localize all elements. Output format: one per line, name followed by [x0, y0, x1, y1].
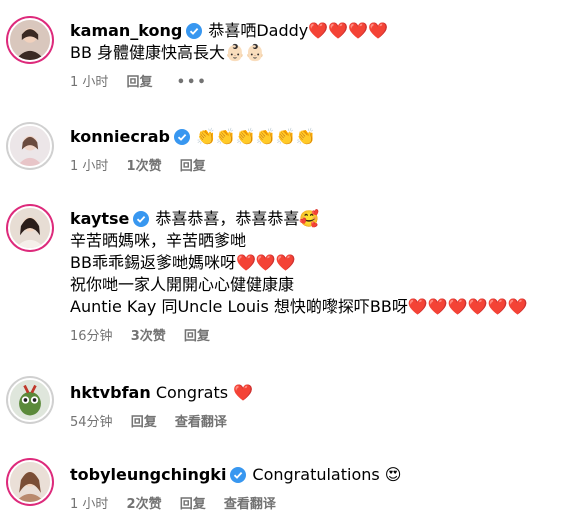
- comment-text-line: 恭喜恭喜，恭喜恭喜🥰: [155, 209, 320, 228]
- verified-badge-icon: [133, 211, 150, 227]
- avatar[interactable]: [8, 206, 52, 250]
- avatar[interactable]: [8, 460, 52, 504]
- reply-button[interactable]: 回复: [180, 497, 206, 512]
- verified-badge-icon: [230, 467, 247, 483]
- like-count[interactable]: 2次赞: [127, 497, 162, 512]
- see-translation-button[interactable]: 查看翻译: [224, 497, 276, 512]
- like-count[interactable]: 3次赞: [131, 329, 166, 344]
- avatar[interactable]: [8, 124, 52, 168]
- comment-text-line: 祝你哋一家人開開心心健健康康: [70, 275, 295, 294]
- comment-text-line: Congrats ❤️: [155, 383, 254, 402]
- more-options-icon[interactable]: •••: [177, 75, 208, 90]
- comment-text-line: BB乖乖錫返爹哋媽咪呀❤️❤️❤️: [70, 253, 296, 272]
- comment-text-line: Congratulations 😍: [252, 465, 402, 484]
- comment-timestamp[interactable]: 54分钟: [70, 415, 113, 430]
- comment-username[interactable]: kaytse: [70, 209, 129, 228]
- comment-text-line: 辛苦晒媽咪，辛苦晒爹哋: [70, 231, 247, 250]
- verified-badge-icon: [173, 129, 190, 145]
- see-translation-button[interactable]: 查看翻译: [175, 415, 227, 430]
- comment-username[interactable]: tobyleungchingki: [70, 465, 226, 484]
- comment-timestamp[interactable]: 1 小时: [70, 159, 108, 174]
- like-count[interactable]: 1次赞: [127, 159, 162, 174]
- reply-button[interactable]: 回复: [184, 329, 210, 344]
- comment-text-line: Auntie Kay 同Uncle Louis 想快啲嚟探吓BB呀❤️❤️❤️❤…: [70, 297, 528, 316]
- avatar[interactable]: [8, 18, 52, 62]
- comment-timestamp[interactable]: 1 小时: [70, 75, 108, 90]
- avatar[interactable]: [8, 378, 52, 422]
- comment-text-line: 👏👏👏👏👏👏: [195, 127, 316, 146]
- comment-text-line: BB 身體健康快高長大👶🏻👶🏻: [70, 43, 265, 62]
- reply-button[interactable]: 回复: [127, 75, 153, 90]
- reply-button[interactable]: 回复: [180, 159, 206, 174]
- comment-username[interactable]: konniecrab: [70, 127, 170, 146]
- comment-username[interactable]: hktvbfan: [70, 383, 151, 402]
- comment-timestamp[interactable]: 16分钟: [70, 329, 113, 344]
- verified-badge-icon: [186, 23, 203, 39]
- reply-button[interactable]: 回复: [131, 415, 157, 430]
- comment-username[interactable]: kaman_kong: [70, 21, 182, 40]
- comment-text-line: 恭喜哂Daddy❤️❤️❤️❤️: [208, 21, 388, 40]
- comment-timestamp[interactable]: 1 小时: [70, 497, 108, 512]
